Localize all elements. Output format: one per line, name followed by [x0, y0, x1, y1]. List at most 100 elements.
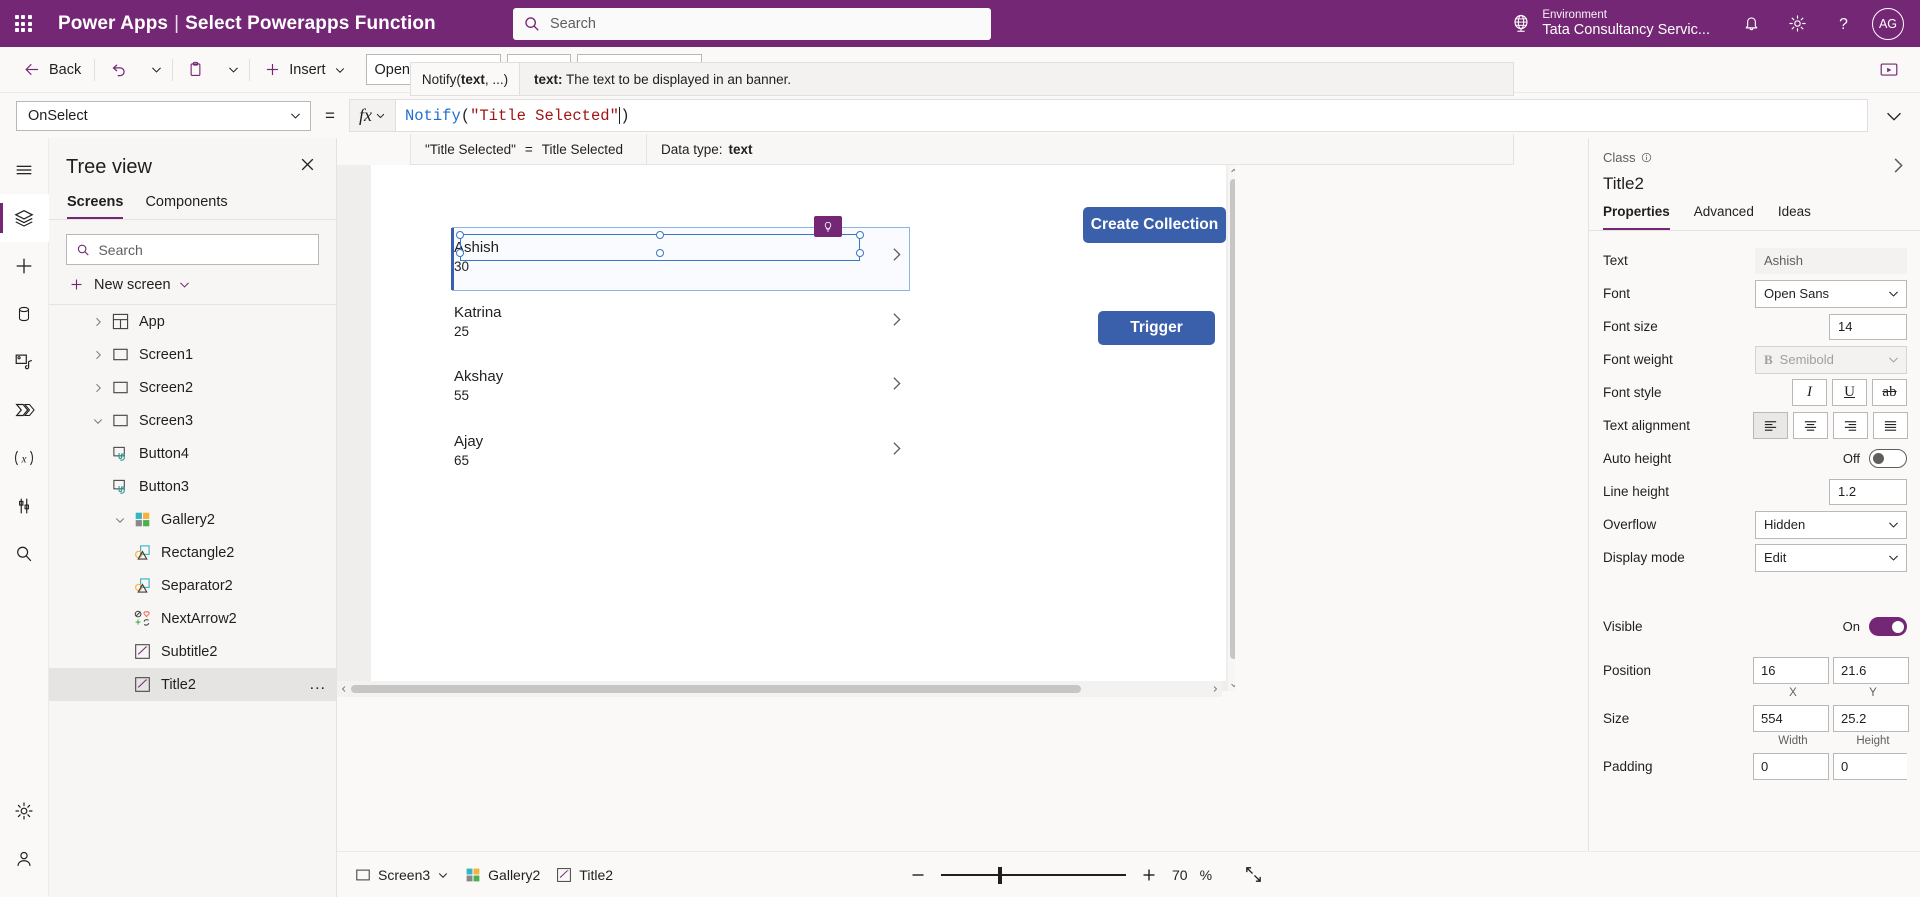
zoom-in-button[interactable] — [1138, 864, 1160, 886]
chevron-right-icon[interactable] — [888, 246, 905, 268]
chevron-down-icon[interactable] — [437, 869, 449, 881]
overflow-dropdown[interactable]: Hidden — [1755, 510, 1907, 539]
zoom-out-button[interactable] — [907, 864, 929, 886]
tab-components[interactable]: Components — [145, 194, 227, 219]
tab-advanced[interactable]: Advanced — [1694, 204, 1754, 230]
collapse-panel-button[interactable] — [1888, 156, 1907, 180]
paste-chevron-button[interactable] — [221, 54, 245, 86]
align-right-icon[interactable] — [1833, 412, 1868, 439]
avatar[interactable]: AG — [1872, 7, 1904, 40]
chevron-right-icon[interactable] — [888, 440, 905, 462]
rail-item-tree-view[interactable] — [0, 194, 49, 242]
gallery-item[interactable]: Ajay 65 — [454, 433, 909, 468]
info-icon[interactable] — [1641, 152, 1652, 163]
tree-node-overflow-button[interactable]: ... — [310, 676, 326, 694]
position-x-field[interactable]: 16 — [1753, 657, 1829, 684]
tab-screens[interactable]: Screens — [67, 194, 124, 219]
chevron-right-icon[interactable] — [87, 382, 109, 394]
chevron-right-icon[interactable] — [888, 375, 905, 397]
resize-handle[interactable] — [656, 231, 664, 239]
tree-node-screen3[interactable]: Screen3 — [49, 404, 336, 437]
chevron-down-icon[interactable] — [109, 514, 131, 526]
formula-bar-collapse-button[interactable] — [1868, 105, 1920, 127]
search-input[interactable] — [550, 16, 981, 32]
scroll-track[interactable] — [351, 681, 1208, 697]
tree-node-button4[interactable]: Button4 — [49, 437, 336, 470]
canvas-surface[interactable]: Ashish 30 Katrina 25 Akshay 55 Ajay 65 C… — [371, 165, 1226, 681]
breadcrumb-item-screen3[interactable]: Screen3 — [351, 863, 453, 887]
line-height-field[interactable]: 1.2 — [1829, 478, 1907, 505]
formula-input[interactable]: Notify("Title Selected") — [395, 99, 1868, 132]
resize-handle[interactable] — [656, 249, 664, 257]
font-size-field[interactable]: 14 — [1829, 313, 1907, 340]
padding-y-field[interactable]: 0 — [1833, 753, 1907, 780]
environment-selector[interactable]: Environment Tata Consultancy Servic... — [1510, 9, 1710, 39]
breadcrumb-item-title2[interactable]: Title2 — [552, 863, 617, 887]
rail-item-account[interactable] — [0, 835, 49, 883]
rail-item-variables[interactable]: x — [0, 434, 49, 482]
fx-button[interactable]: fx — [348, 99, 396, 132]
create-collection-button[interactable]: Create Collection — [1083, 207, 1226, 243]
scroll-right-icon[interactable] — [1208, 681, 1222, 697]
tree-node-button3[interactable]: Button3 — [49, 470, 336, 503]
close-tree-view-button[interactable] — [295, 152, 320, 182]
insert-button[interactable]: Insert — [254, 54, 354, 86]
tree-node-subtitle2[interactable]: Subtitle2 — [49, 635, 336, 668]
underline-icon[interactable]: U — [1832, 379, 1867, 406]
chevron-right-icon[interactable] — [87, 316, 109, 328]
italic-icon[interactable]: I — [1792, 379, 1827, 406]
tree-node-gallery2[interactable]: Gallery2 — [49, 503, 336, 536]
undo-chevron-button[interactable] — [144, 54, 168, 86]
resize-handle[interactable] — [856, 231, 864, 239]
waffle-icon[interactable] — [0, 15, 46, 32]
rail-item-insert[interactable] — [0, 242, 49, 290]
visible-toggle[interactable] — [1869, 617, 1907, 636]
gallery-item[interactable]: Akshay 55 — [454, 368, 909, 403]
rail-item-data[interactable] — [0, 290, 49, 338]
tree-node-app[interactable]: App — [49, 305, 336, 338]
zoom-slider-thumb[interactable] — [998, 866, 1002, 884]
chevron-right-icon[interactable] — [888, 311, 905, 333]
scroll-left-icon[interactable] — [337, 681, 351, 697]
notifications-button[interactable] — [1728, 0, 1774, 47]
app-canvas[interactable]: Ashish 30 Katrina 25 Akshay 55 Ajay 65 C… — [337, 165, 1240, 691]
back-button[interactable]: Back — [14, 54, 90, 86]
undo-button[interactable] — [99, 54, 144, 86]
rail-item-media[interactable] — [0, 338, 49, 386]
canvas-horizontal-scrollbar[interactable] — [337, 681, 1222, 697]
resize-handle[interactable] — [456, 249, 464, 257]
property-selector[interactable]: OnSelect — [16, 100, 311, 131]
tree-node-screen1[interactable]: Screen1 — [49, 338, 336, 371]
font-dropdown[interactable]: Open Sans — [1755, 279, 1907, 308]
fullscreen-button[interactable] — [1244, 865, 1263, 884]
rail-item-search[interactable] — [0, 530, 49, 578]
tree-node-screen2[interactable]: Screen2 — [49, 371, 336, 404]
position-y-field[interactable]: 21.6 — [1833, 657, 1909, 684]
new-screen-button[interactable]: New screen — [49, 265, 336, 305]
paste-button[interactable] — [177, 54, 221, 86]
preview-app-button[interactable] — [1866, 47, 1912, 94]
hamburger-menu-button[interactable] — [0, 146, 49, 194]
align-justify-icon[interactable] — [1873, 412, 1908, 439]
gallery-item[interactable]: Katrina 25 — [454, 304, 909, 339]
rail-item-settings[interactable] — [0, 787, 49, 835]
tree-search-box[interactable] — [66, 234, 319, 265]
tree-node-rectangle2[interactable]: Rectangle2 — [49, 536, 336, 569]
font-weight-dropdown[interactable]: B Semibold — [1755, 345, 1907, 374]
tree-node-nextarrow2[interactable]: NextArrow2 — [49, 602, 336, 635]
tab-properties[interactable]: Properties — [1603, 204, 1670, 230]
tree-node-title2[interactable]: Title2 ... — [49, 668, 336, 701]
tree-search-input[interactable] — [98, 241, 309, 258]
size-height-field[interactable]: 25.2 — [1833, 705, 1909, 732]
padding-x-field[interactable]: 0 — [1753, 753, 1829, 780]
align-left-icon[interactable] — [1753, 412, 1788, 439]
rail-item-app-checker[interactable] — [0, 482, 49, 530]
breadcrumb-item-gallery2[interactable]: Gallery2 — [461, 863, 544, 887]
size-width-field[interactable]: 554 — [1753, 705, 1829, 732]
resize-handle[interactable] — [456, 231, 464, 239]
rail-item-power-automate[interactable] — [0, 386, 49, 434]
global-search[interactable] — [513, 8, 991, 40]
tree-node-separator2[interactable]: Separator2 — [49, 569, 336, 602]
settings-button[interactable] — [1774, 0, 1820, 47]
align-center-icon[interactable] — [1793, 412, 1828, 439]
